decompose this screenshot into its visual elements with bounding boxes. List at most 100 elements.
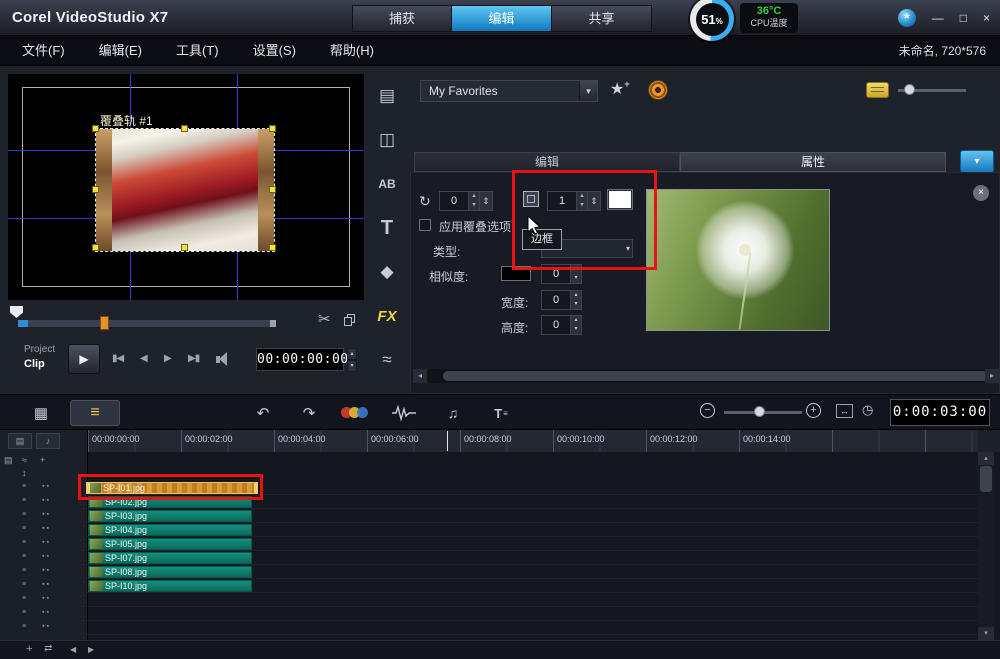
trim-position-marker[interactable] <box>10 306 23 318</box>
list-view-icon[interactable] <box>866 82 889 98</box>
transition-library-icon[interactable]: ◫ <box>366 118 408 162</box>
track-options-icon[interactable]: ≡ <box>22 525 26 532</box>
menu-settings[interactable]: 设置(S) <box>253 36 296 66</box>
track-options-icon[interactable]: ≡ <box>22 609 26 616</box>
scrollbar-thumb[interactable] <box>980 466 992 492</box>
clip-trim-grip[interactable] <box>87 483 90 493</box>
track-type-icon[interactable]: ▪▪ <box>42 539 51 546</box>
selection-handle[interactable] <box>92 244 99 251</box>
timeline-clip[interactable]: SP-I08.jpg <box>88 566 252 578</box>
graphic-library-icon[interactable]: ◆ <box>366 250 408 294</box>
menu-help[interactable]: 帮助(H) <box>330 36 374 66</box>
spinner-down-icon[interactable]: ▾ <box>347 360 357 372</box>
undo-button[interactable]: ↶ <box>248 400 278 426</box>
title-ab-library-icon[interactable]: AB <box>366 162 408 206</box>
track-options-icon[interactable]: ≡ <box>22 483 26 490</box>
scroll-down-icon[interactable]: ▾ <box>978 627 994 640</box>
close-button[interactable]: × <box>983 11 990 25</box>
clip-mode-label[interactable]: Clip <box>24 358 45 370</box>
timeline-zoom-slider-handle[interactable] <box>754 406 765 417</box>
split-clip-icon[interactable]: ✂ <box>318 310 331 328</box>
timeline-clip[interactable]: SP-I03.jpg <box>88 510 252 522</box>
scroll-left-icon[interactable]: ◀ <box>70 645 76 654</box>
tab-capture[interactable]: 捕获 <box>352 5 452 32</box>
clip-preview-thumbnail[interactable] <box>646 189 830 331</box>
previous-frame-button[interactable]: ◀ <box>140 353 148 364</box>
track-options-icon[interactable]: ≡ <box>22 497 26 504</box>
selection-handle[interactable] <box>269 186 276 193</box>
spinner-up-icon[interactable]: ▴ <box>571 291 581 300</box>
trim-handle[interactable] <box>100 316 109 330</box>
track-type-icon[interactable]: ▪▪ <box>42 581 51 588</box>
add-to-favorites-icon[interactable]: ★+ <box>610 79 630 99</box>
timeline-ruler[interactable]: 00:00:00:00 00:00:02:00 00:00:04:00 00:0… <box>88 430 978 452</box>
timeline-zoom-timecode[interactable]: 0:00:03:00 <box>890 399 990 426</box>
spinner-up-icon[interactable]: ▴ <box>577 192 587 201</box>
spinner-down-icon[interactable]: ▾ <box>571 325 581 334</box>
zoom-out-icon[interactable]: − <box>700 403 715 418</box>
scroll-right-icon[interactable]: ▶ <box>88 645 94 654</box>
system-volume-icon[interactable] <box>216 352 232 366</box>
transparency-spinner[interactable]: 0 ▴ ▾ ⇕ <box>439 191 493 211</box>
clip-trim-grip[interactable] <box>254 483 257 493</box>
spinner-slider-icon[interactable]: ⇕ <box>479 192 492 210</box>
menu-edit[interactable]: 编辑(E) <box>99 36 142 66</box>
timeline-clip-selected[interactable]: SP-I01.jpg <box>86 482 258 494</box>
height-spinner[interactable]: 0 ▴ ▾ <box>541 315 582 335</box>
menu-tools[interactable]: 工具(T) <box>176 36 219 66</box>
timeline-clip[interactable]: SP-I10.jpg <box>88 580 252 592</box>
end-button[interactable]: ▶▮ <box>188 353 200 364</box>
spinner-up-icon[interactable]: ▴ <box>571 316 581 325</box>
spinner-slider-icon[interactable]: ⇕ <box>587 192 600 210</box>
menu-file[interactable]: 文件(F) <box>22 36 65 66</box>
apply-overlay-checkbox[interactable] <box>419 219 431 231</box>
panel-expand-button[interactable]: ▾ <box>960 150 994 173</box>
spinner-down-icon[interactable]: ▾ <box>577 201 587 210</box>
selection-handle[interactable] <box>269 244 276 251</box>
scroll-up-icon[interactable]: ▴ <box>978 452 994 465</box>
track-type-icon[interactable]: ▪▪ <box>42 511 51 518</box>
home-button[interactable]: ▮◀ <box>112 353 124 364</box>
project-mode-label[interactable]: Project <box>24 344 55 355</box>
track-options-icon[interactable]: ≡ <box>22 567 26 574</box>
track-manager-icon[interactable]: ▤ <box>4 455 13 466</box>
tab-edit-options[interactable]: 编辑 <box>414 152 680 172</box>
fit-timeline-icon[interactable]: ↔ <box>836 404 853 418</box>
maximize-button[interactable]: □ <box>960 11 967 25</box>
spinner-up-icon[interactable]: ▴ <box>571 265 581 274</box>
scroll-right-icon[interactable]: ▸ <box>985 369 999 383</box>
corel-connect-icon[interactable]: * <box>897 9 916 27</box>
selection-handle[interactable] <box>92 125 99 132</box>
spinner-up-icon[interactable]: ▴ <box>469 192 479 201</box>
tab-attribute-options[interactable]: 属性 <box>680 152 946 172</box>
gallery-dropdown[interactable]: My Favorites ▾ <box>420 80 598 102</box>
track-type-icon[interactable]: ▪▪ <box>42 595 51 602</box>
trim-bar[interactable] <box>18 316 276 330</box>
ripple-edit-icon[interactable]: ≈ <box>22 455 27 465</box>
subtitle-editor-icon[interactable]: T ≡ <box>486 400 516 426</box>
track-options-icon[interactable]: ≡ <box>22 539 26 546</box>
play-button[interactable]: ▶ <box>68 344 100 374</box>
spinner-down-icon[interactable]: ▾ <box>469 201 479 210</box>
redo-button[interactable]: ↷ <box>294 400 324 426</box>
color-grading-icon[interactable] <box>341 407 368 418</box>
title-library-icon[interactable]: T <box>366 206 408 250</box>
selection-handle[interactable] <box>181 125 188 132</box>
zoom-in-icon[interactable]: + <box>806 403 821 418</box>
show-all-media-icon[interactable]: ▤ <box>8 433 32 449</box>
track-type-icon[interactable]: ▪▪ <box>42 497 51 504</box>
minimize-button[interactable]: — <box>932 11 944 25</box>
spinner-up-icon[interactable]: ▴ <box>347 348 357 360</box>
width-spinner[interactable]: 0 ▴ ▾ <box>541 290 582 310</box>
enlarge-preview-icon[interactable] <box>344 314 356 327</box>
overlay-clip-object[interactable] <box>92 125 276 252</box>
border-color-swatch[interactable] <box>607 189 633 210</box>
track-options-icon[interactable]: ≡ <box>22 623 26 630</box>
timeline-clip[interactable]: SP-I05.jpg <box>88 538 252 550</box>
similarity-color-swatch[interactable] <box>501 266 531 281</box>
selection-handle[interactable] <box>92 186 99 193</box>
clock-icon[interactable]: ◷ <box>862 402 873 418</box>
track-type-icon[interactable]: ▪▪ <box>42 567 51 574</box>
preview-timecode[interactable]: 00:00:00:00 <box>256 348 348 371</box>
selection-handle[interactable] <box>181 244 188 251</box>
